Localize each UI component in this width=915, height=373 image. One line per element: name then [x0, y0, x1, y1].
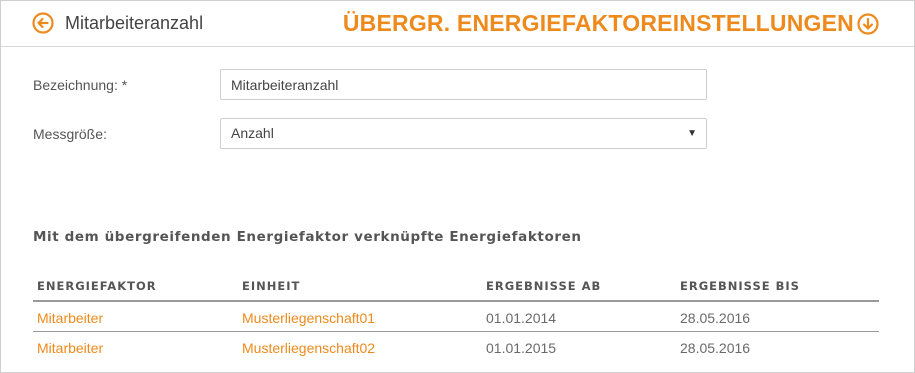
- table-row: Mitarbeiter Musterliegenschaft02 01.01.2…: [33, 332, 879, 362]
- row-energiefaktor-link[interactable]: Mitarbeiter: [37, 310, 103, 326]
- row-energiefaktor-link[interactable]: Mitarbeiter: [37, 340, 103, 356]
- row-ergebnisse-bis: 28.05.2016: [680, 310, 751, 326]
- row-einheit-link[interactable]: Musterliegenschaft02: [242, 340, 375, 356]
- panel: Mitarbeiteranzahl ÜBERGR. ENERGIEFAKTORE…: [0, 0, 915, 373]
- column-header-ergebnisse-bis[interactable]: ERGEBNISSE BIS: [680, 279, 800, 293]
- row-ergebnisse-bis: 28.05.2016: [680, 340, 751, 356]
- row-ergebnisse-ab: 01.01.2014: [486, 310, 557, 326]
- column-header-energiefaktor[interactable]: ENERGIEFAKTOR: [37, 279, 157, 293]
- column-header-einheit[interactable]: EINHEIT: [242, 279, 300, 293]
- caret-down-icon: ▼: [687, 128, 697, 139]
- row-ergebnisse-ab: 01.01.2015: [486, 340, 557, 356]
- page-title: Mitarbeiteranzahl: [65, 13, 204, 33]
- measure-select[interactable]: Anzahl ▼: [220, 118, 707, 149]
- measure-label: Messgröße:: [33, 126, 107, 142]
- arrow-down-circle-icon[interactable]: [857, 13, 879, 35]
- row-einheit-link[interactable]: Musterliegenschaft01: [242, 310, 375, 326]
- linked-factors-title: Mit dem übergreifenden Energiefaktor ver…: [33, 229, 582, 245]
- name-label: Bezeichnung: *: [33, 77, 128, 93]
- arrow-left-circle-icon[interactable]: [32, 12, 54, 34]
- column-header-ergebnisse-ab[interactable]: ERGEBNISSE AB: [486, 279, 601, 293]
- table-row: Mitarbeiter Musterliegenschaft01 01.01.2…: [33, 302, 879, 332]
- measure-select-value: Anzahl: [231, 125, 274, 141]
- section-title[interactable]: ÜBERGR. ENERGIEFAKTOREINSTELLUNGEN: [343, 9, 854, 37]
- name-field[interactable]: [220, 69, 707, 100]
- panel-header: Mitarbeiteranzahl ÜBERGR. ENERGIEFAKTORE…: [1, 1, 914, 47]
